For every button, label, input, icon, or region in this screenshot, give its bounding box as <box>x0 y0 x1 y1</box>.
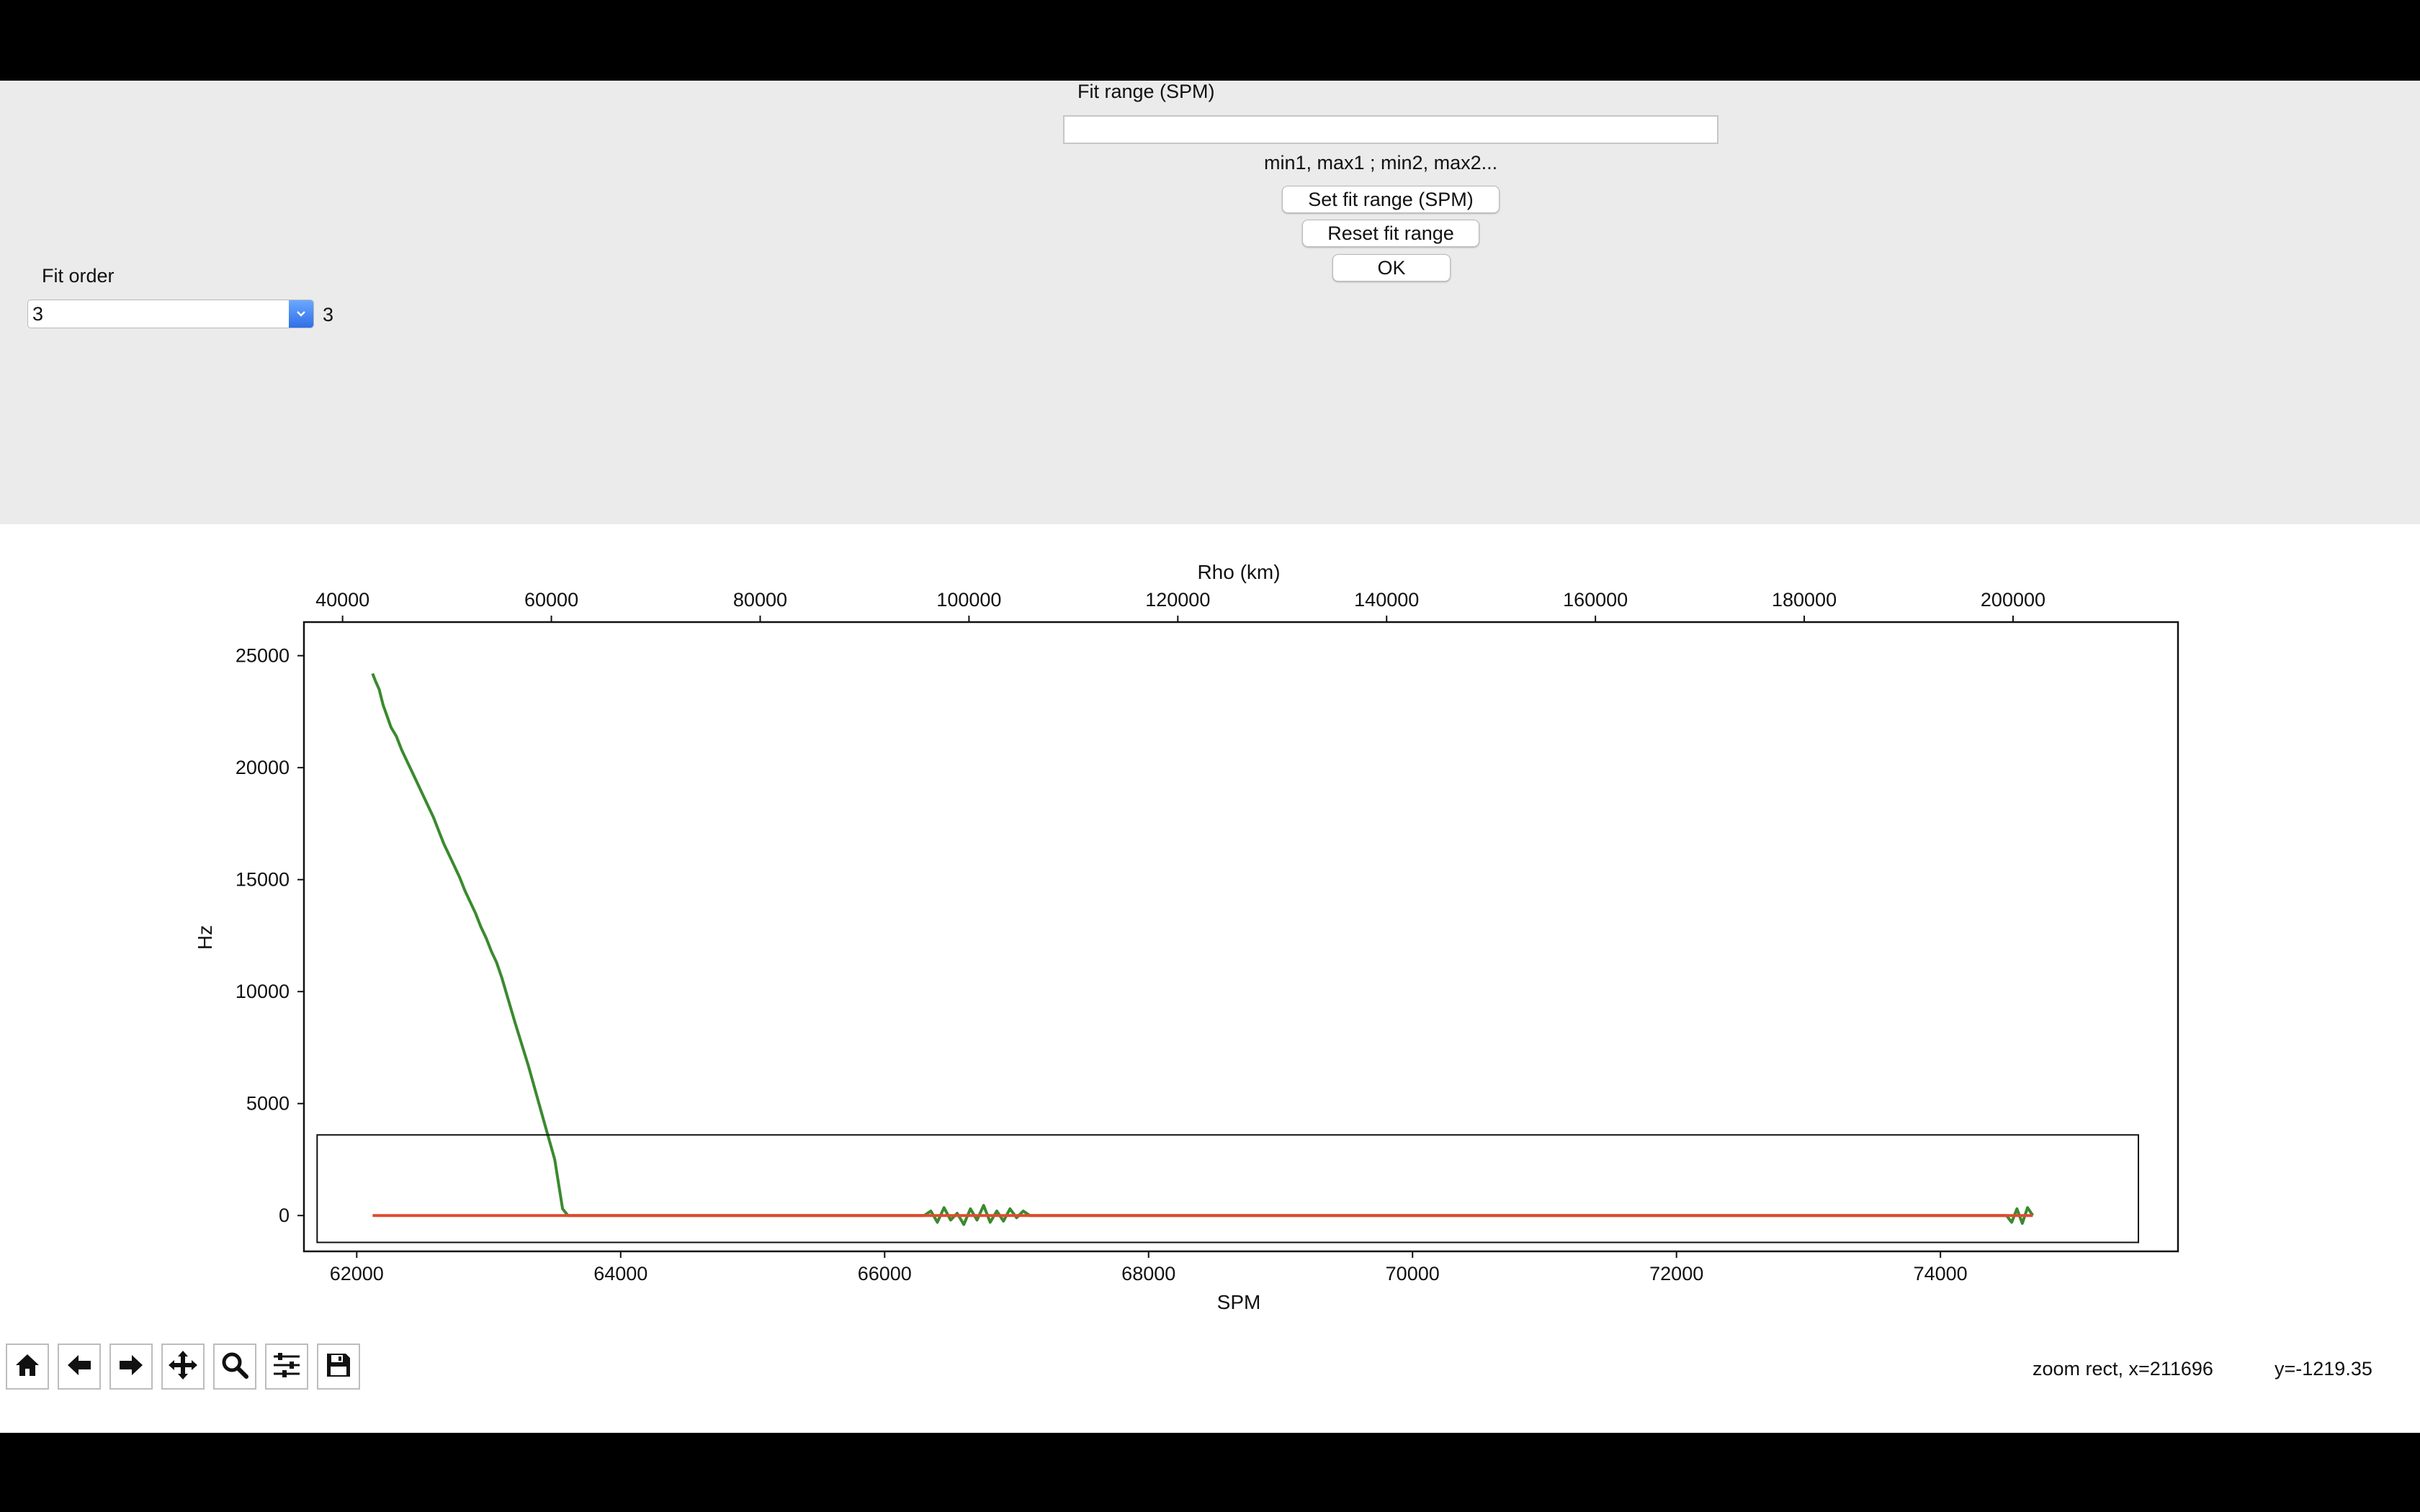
ok-button[interactable]: OK <box>1332 254 1451 282</box>
back-arrow-icon <box>65 1351 94 1383</box>
fit-range-label: Fit range (SPM) <box>1077 81 1215 102</box>
fit-controls-panel <box>0 81 2420 524</box>
fit-order-display: 3 <box>323 304 334 325</box>
reset-fit-range-button[interactable]: Reset fit range <box>1302 220 1479 247</box>
set-fit-range-button[interactable]: Set fit range (SPM) <box>1282 186 1500 213</box>
top-letterbox <box>0 0 2420 81</box>
fit-range-hint: min1, max1 ; min2, max2... <box>1264 152 1498 174</box>
bottom-letterbox <box>0 1433 2420 1512</box>
configure-subplots-icon <box>271 1351 302 1383</box>
back-button[interactable] <box>58 1344 101 1390</box>
home-button[interactable] <box>6 1344 49 1390</box>
save-floppy-icon <box>324 1351 353 1383</box>
cursor-y-readout: y=-1219.35 <box>2275 1358 2372 1380</box>
pan-move-icon <box>167 1349 199 1385</box>
save-button[interactable] <box>317 1344 360 1390</box>
configure-subplots-button[interactable] <box>265 1344 308 1390</box>
cursor-coords-readout: zoom rect, x=211696 <box>2033 1358 2213 1380</box>
plot-canvas-area <box>0 524 2420 1433</box>
fit-order-select[interactable]: 3 <box>27 300 314 328</box>
forward-button[interactable] <box>109 1344 153 1390</box>
home-icon <box>13 1351 42 1383</box>
zoom-magnifier-icon <box>220 1351 249 1383</box>
fit-order-selected-value: 3 <box>32 303 44 325</box>
fit-order-label: Fit order <box>42 265 115 287</box>
fit-range-input[interactable] <box>1063 115 1718 144</box>
zoom-button[interactable] <box>213 1344 256 1390</box>
chevron-down-icon[interactable] <box>289 300 313 328</box>
pan-button[interactable] <box>161 1344 205 1390</box>
forward-arrow-icon <box>117 1351 145 1383</box>
